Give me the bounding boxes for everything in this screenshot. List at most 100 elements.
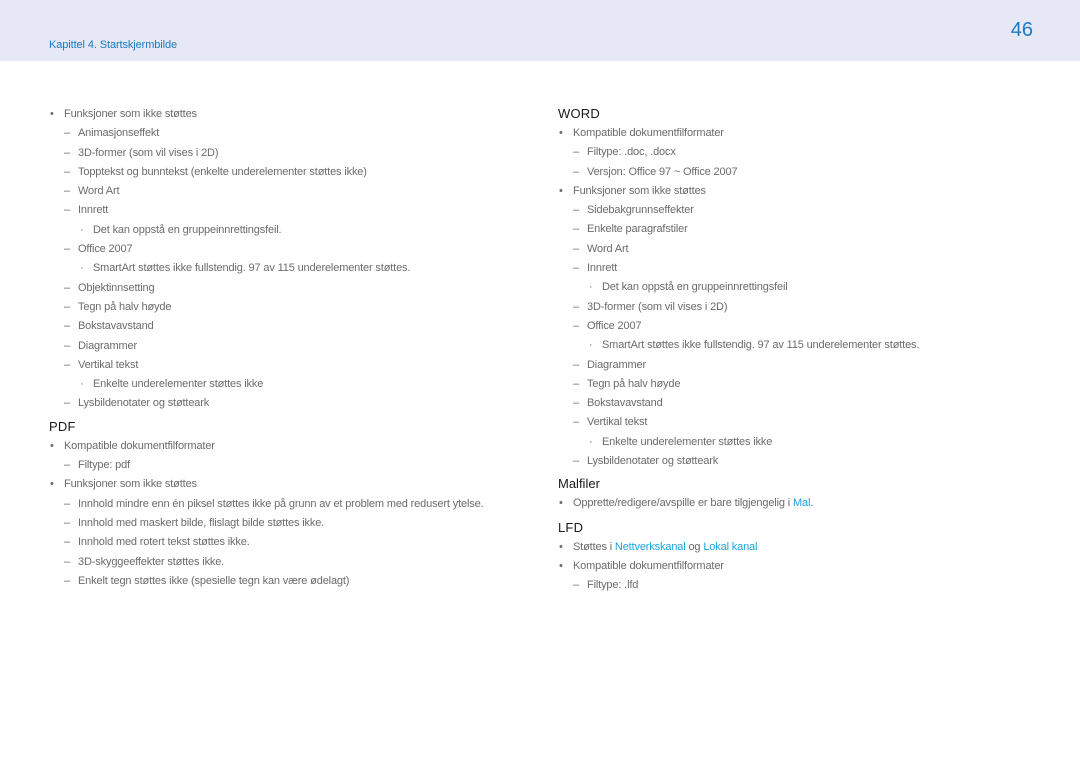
list-item: • Kompatible dokumentfilformater <box>558 557 1038 576</box>
list-item: – Bokstavavstand <box>558 394 1038 413</box>
list-item-text: Vertikal tekst <box>78 358 139 371</box>
list-item-text: Innrett <box>587 262 618 275</box>
list-item-text: Innhold mindre enn én piksel støttes ikk… <box>78 497 484 510</box>
template-link[interactable]: Mal <box>793 497 810 509</box>
list-item: · Enkelte underelementer støttes ikke <box>49 375 529 394</box>
list-item: – Office 2007 <box>558 317 1038 336</box>
page-number: 46 <box>1010 19 1033 41</box>
list-item-text: Enkelte underelementer støttes ikke <box>93 378 264 391</box>
list-item: – Diagrammer <box>49 337 529 356</box>
list-item-text: Word Art <box>587 242 629 255</box>
list-item: – Sidebakgrunnseffekter <box>558 201 1038 220</box>
list-item: • Funksjoner som ikke støttes <box>49 105 529 124</box>
dash-icon: – <box>573 377 579 390</box>
list-item: – Enkelt tegn støttes ikke (spesielle teg… <box>49 572 529 591</box>
list-item: · Det kan oppstå en gruppeinnrettingsfeil… <box>49 221 529 240</box>
list-item-text: Det kan oppstå en gruppeinnrettingsfeil. <box>93 223 282 236</box>
list-item-text: Office 2007 <box>587 319 642 332</box>
list-item: – Topptekst og bunntekst (enkelte underel… <box>49 163 529 182</box>
dash-icon: – <box>64 574 70 587</box>
list-item: • Opprette/redigere/avspille er bare tilg… <box>558 494 1038 513</box>
bullet-icon: • <box>50 478 54 491</box>
word-heading: WORD <box>558 106 600 121</box>
bullet-icon: • <box>50 439 54 452</box>
word-list: • Kompatible dokumentfilformater – Filtype:… <box>558 124 1038 471</box>
bullet-icon: • <box>559 559 563 572</box>
list-item-text: Animasjonseffekt <box>78 127 160 140</box>
list-item-text: Funksjoner som ikke støttes <box>64 108 197 120</box>
dash-icon: – <box>573 165 579 178</box>
dash-icon: – <box>573 579 579 592</box>
dash-icon: – <box>64 281 70 294</box>
list-item-text: Filtype: .doc, .docx <box>587 146 676 159</box>
list-item-text: Kompatible dokumentfilformater <box>573 127 724 139</box>
dash-icon: – <box>64 358 70 371</box>
list-item-text: Det kan oppstå en gruppeinnrettingsfeil <box>602 281 788 294</box>
dash-icon: – <box>573 242 579 255</box>
list-item: – Vertikal tekst <box>49 356 529 375</box>
dash-icon: – <box>64 300 70 313</box>
list-item-text: Enkelt tegn støttes ikke (spesielle tegn… <box>78 574 350 587</box>
bullet-icon: • <box>559 497 563 510</box>
list-item-text: 3D-former (som vil vises i 2D) <box>78 146 219 159</box>
list-item-text: Innhold med maskert bilde, flislagt bild… <box>78 516 325 529</box>
dash-icon: – <box>64 339 70 352</box>
list-item-text: SmartArt støttes ikke fullstendig. 97 av… <box>602 339 920 352</box>
pdf-heading: PDF <box>49 418 76 434</box>
dash-icon: – <box>64 320 70 333</box>
list-item: – Versjon: Office 97 ~ Office 2007 <box>558 163 1038 182</box>
list-item-text: 3D-former (som vil vises i 2D) <box>587 300 728 313</box>
list-item-text: Bokstavavstand <box>587 397 663 410</box>
dot-icon: · <box>589 281 593 294</box>
list-item: – Lysbildenotater og støtteark <box>49 394 529 413</box>
dash-icon: – <box>64 536 70 549</box>
list-item-text: Diagrammer <box>587 358 647 371</box>
list-item-text: Bokstavavstand <box>78 320 154 333</box>
local-channel-link[interactable]: Lokal kanal <box>703 541 757 553</box>
list-item: – Tegn på halv høyde <box>558 375 1038 394</box>
list-item-text: Topptekst og bunntekst (enkelte underele… <box>78 165 367 178</box>
list-item: – Filtype: .doc, .docx <box>558 143 1038 162</box>
dash-icon: – <box>573 146 579 159</box>
list-item-text: SmartArt støttes ikke fullstendig. 97 av… <box>93 262 411 275</box>
dot-icon: · <box>80 223 84 236</box>
dash-icon: – <box>64 459 70 472</box>
dash-icon: – <box>64 127 70 140</box>
list-item-text: Sidebakgrunnseffekter <box>587 204 694 217</box>
list-item: – Objektinnsetting <box>49 279 529 298</box>
page-header: Kapittel 4. Startskjermbilde 46 <box>0 0 1080 61</box>
list-item-text: 3D-skyggeeffekter støttes ikke. <box>78 555 225 568</box>
dash-icon: – <box>573 300 579 313</box>
list-item-text: Objektinnsetting <box>78 281 155 294</box>
list-item: – Innrett <box>49 201 529 220</box>
powerpoint-list: • Funksjoner som ikke støttes – Animasjonse… <box>49 105 529 414</box>
list-item: – Office 2007 <box>49 240 529 259</box>
list-item: – Innhold med rotert tekst støttes ikke. <box>49 533 529 552</box>
dot-icon: · <box>589 339 593 352</box>
list-item: – Tegn på halv høyde <box>49 298 529 317</box>
list-item-text: Funksjoner som ikke støttes <box>573 184 706 197</box>
chapter-title: Kapittel 4. Startskjermbilde <box>49 39 178 51</box>
list-item: • Funksjoner som ikke støttes <box>49 475 529 494</box>
list-item: • Kompatible dokumentfilformater <box>558 124 1038 143</box>
network-channel-link[interactable]: Nettverkskanal <box>615 541 686 553</box>
dash-icon: – <box>64 516 70 529</box>
list-item: • Kompatible dokumentfilformater <box>49 437 529 456</box>
list-item: – Filtype: .lfd <box>558 576 1038 595</box>
list-item: – Bokstavavstand <box>49 317 529 336</box>
list-item-text: Office 2007 <box>78 243 133 256</box>
list-item-text: Innrett <box>78 204 109 217</box>
list-item-text: Diagrammer <box>78 339 138 352</box>
list-item-text: Enkelte underelementer støttes ikke <box>602 435 773 448</box>
list-item: – Filtype: pdf <box>49 456 529 475</box>
dash-icon: – <box>573 262 579 275</box>
list-item-text: Vertikal tekst <box>587 416 648 429</box>
dot-icon: · <box>80 262 84 275</box>
list-item-text: Lysbildenotater og støtteark <box>587 455 719 468</box>
list-item: – Innhold mindre enn én piksel støttes ik… <box>49 495 529 514</box>
dash-icon: – <box>573 358 579 371</box>
dash-icon: – <box>573 204 579 217</box>
right-column: WORD • Kompatible dokumentfilformater – Fil… <box>558 105 1038 596</box>
dash-icon: – <box>64 185 70 198</box>
dash-icon: – <box>64 165 70 178</box>
